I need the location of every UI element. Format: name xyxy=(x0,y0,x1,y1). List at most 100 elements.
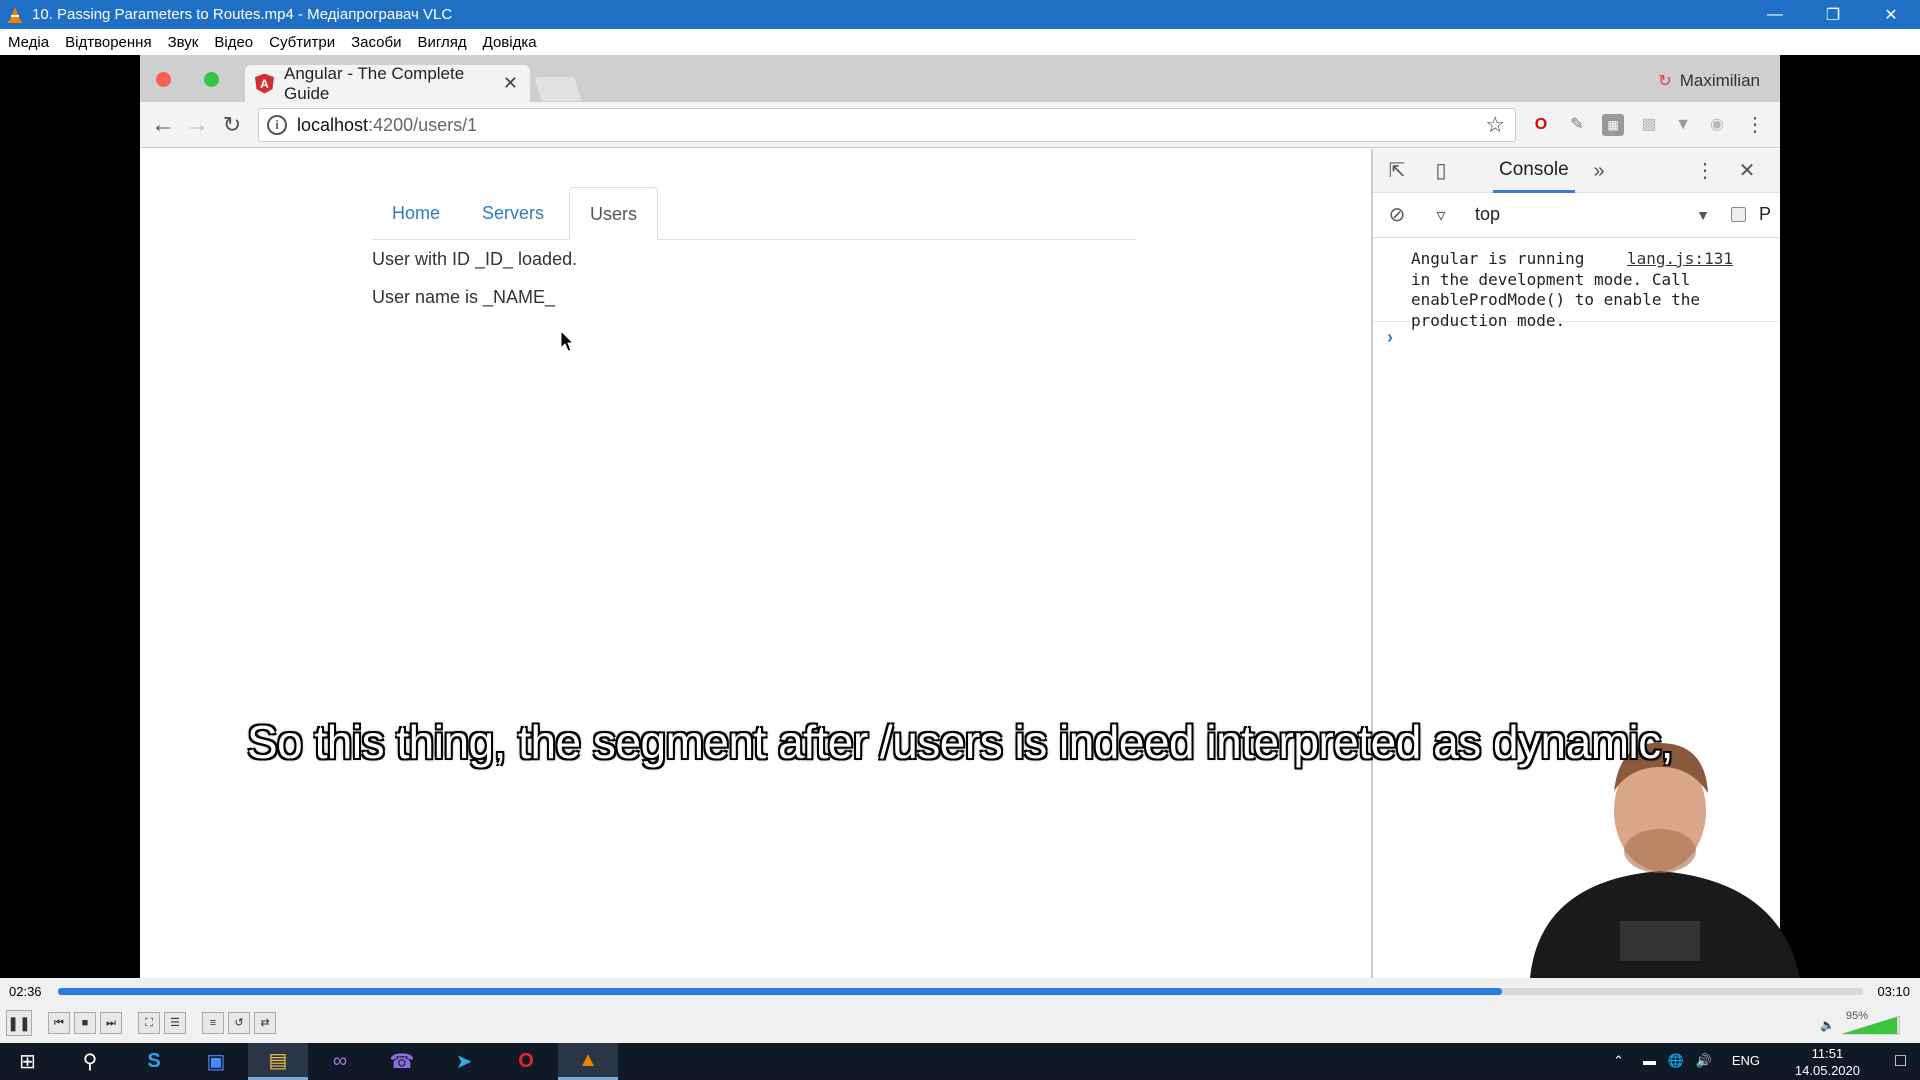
seek-bar-row: 02:36 03:10 xyxy=(0,978,1920,1006)
url-host: localhost xyxy=(297,114,369,135)
inspect-element-icon: ⇱ xyxy=(1388,160,1406,182)
vlc-title-bar: 10. Passing Parameters to Routes.mp4 - М… xyxy=(0,0,1920,29)
browser-toolbar: ← → ↻ i localhost:4200/users/1 ☆ O ✎ ▦ ▩… xyxy=(140,102,1780,148)
language-indicator[interactable]: ENG xyxy=(1732,1053,1760,1068)
nav-tabs: Home Servers Users xyxy=(372,187,1136,241)
vlc-menubar: Медіа Відтворення Звук Відео Субтитри За… xyxy=(0,29,1920,55)
clock[interactable]: 11:51 14.05.2020 xyxy=(1795,1045,1860,1079)
menu-view[interactable]: Вигляд xyxy=(409,34,474,51)
zoom-traffic-light xyxy=(204,72,219,87)
new-tab-icon xyxy=(534,77,582,101)
seek-progress xyxy=(58,988,1502,995)
search-icon[interactable]: ⚲ xyxy=(60,1043,120,1080)
fullscreen-button[interactable]: ⛶ xyxy=(138,1012,160,1034)
vlc-cone-icon xyxy=(6,6,24,24)
address-bar: i localhost:4200/users/1 ☆ xyxy=(258,108,1516,142)
profile-badge: ↻ Maximilian xyxy=(1658,71,1760,91)
menu-help[interactable]: Довідка xyxy=(475,34,545,51)
minimize-traffic-light xyxy=(180,72,195,87)
menu-tools[interactable]: Засоби xyxy=(343,34,409,51)
volume-percent: 95% xyxy=(1846,1010,1869,1022)
total-time: 03:10 xyxy=(1877,984,1910,999)
angular-icon: A xyxy=(255,73,275,94)
device-toolbar-icon: ▯ xyxy=(1435,160,1447,182)
browser-tab-strip: A Angular - The Complete Guide ✕ ↻ Maxim… xyxy=(140,55,1780,103)
tab-users: Users xyxy=(569,187,659,241)
eyedropper-extension-icon: ✎ xyxy=(1570,116,1584,133)
vlc-taskbar-icon[interactable]: ▲ xyxy=(558,1043,618,1080)
minimize-button[interactable]: — xyxy=(1746,0,1804,29)
visual-studio-icon[interactable]: ∞ xyxy=(310,1043,370,1080)
vue-extension-icon: ▼ xyxy=(1675,116,1691,133)
opera-extension-icon: O xyxy=(1534,116,1548,133)
extension-icon: ▦ xyxy=(1602,114,1624,136)
forward-arrow-icon: → xyxy=(185,111,209,138)
close-button[interactable]: ✕ xyxy=(1862,0,1920,29)
clock-time: 11:51 xyxy=(1811,1046,1844,1061)
subtitle-text: So this thing, the segment after /users … xyxy=(246,716,1674,768)
tab-home: Home xyxy=(392,203,441,223)
browser-window: A Angular - The Complete Guide ✕ ↻ Maxim… xyxy=(140,55,1800,978)
context-selector: top xyxy=(1475,204,1501,224)
elapsed-time: 02:36 xyxy=(9,984,42,999)
page-content: Home Servers Users User with ID _ID_ loa… xyxy=(140,149,1369,978)
shuffle-button[interactable]: ⇄ xyxy=(254,1012,276,1034)
mouse-cursor-icon xyxy=(560,330,574,352)
back-arrow-icon: ← xyxy=(151,111,175,138)
console-filter-bar: ⊘ ▿ top ▼ P xyxy=(1373,193,1780,238)
network-icon[interactable]: 🌐 xyxy=(1668,1053,1684,1069)
windows-start-icon[interactable]: ⊞ xyxy=(0,1043,55,1080)
source-link: lang.js:131 xyxy=(1627,249,1733,268)
notifications-icon[interactable]: □ xyxy=(1895,1050,1906,1071)
menu-dots-icon: ⋮ xyxy=(1745,114,1765,136)
video-area[interactable]: A Angular - The Complete Guide ✕ ↻ Maxim… xyxy=(0,55,1920,978)
clock-date: 14.05.2020 xyxy=(1794,1063,1860,1078)
browser-tab: A Angular - The Complete Guide ✕ xyxy=(245,63,530,103)
grid-extension-icon: ▩ xyxy=(1641,116,1657,133)
info-icon: i xyxy=(267,115,287,135)
clear-console-icon: ⊘ xyxy=(1388,204,1406,226)
shield-extension-icon: ◉ xyxy=(1710,116,1724,133)
star-icon: ☆ xyxy=(1485,112,1505,137)
tab-servers: Servers xyxy=(482,203,545,223)
more-tabs-icon: » xyxy=(1593,160,1605,182)
skype-icon[interactable]: S xyxy=(124,1043,184,1080)
opera-icon[interactable]: O xyxy=(496,1043,556,1080)
menu-video[interactable]: Відео xyxy=(206,34,261,51)
pause-button[interactable]: ❚❚ xyxy=(6,1010,32,1036)
vlc-window: 10. Passing Parameters to Routes.mp4 - М… xyxy=(0,0,1920,1080)
restore-button[interactable]: ❐ xyxy=(1804,0,1862,29)
stop-button[interactable]: ■ xyxy=(74,1012,96,1034)
file-explorer-icon[interactable]: ▤ xyxy=(248,1043,308,1080)
profile-name: Maximilian xyxy=(1679,71,1760,90)
battery-icon[interactable]: ▬ xyxy=(1643,1053,1656,1068)
volume-icon[interactable]: 🔊 xyxy=(1696,1053,1712,1069)
windows-taskbar: ⊞ ⚲ S ▣ ▤ ∞ ☎ ➤ O ▲ ⌃ ▬ 🌐 🔊 ENG 11:51 14… xyxy=(0,1043,1920,1080)
loop-button[interactable]: ↺ xyxy=(228,1012,250,1034)
url-path: :4200/users/1 xyxy=(368,114,478,135)
menu-audio[interactable]: Звук xyxy=(160,34,207,51)
seek-slider[interactable] xyxy=(58,988,1863,995)
volume-slider[interactable]: 🔈 95% xyxy=(1820,1010,1900,1036)
menu-playback[interactable]: Відтворення xyxy=(57,34,159,51)
filter-icon: ▿ xyxy=(1436,205,1446,225)
menu-media[interactable]: Медіа xyxy=(0,34,57,51)
telegram-icon[interactable]: ➤ xyxy=(434,1043,494,1080)
console-prompt-icon: › xyxy=(1387,327,1393,347)
next-button[interactable]: ⏭ xyxy=(100,1012,122,1034)
devtools-close-icon: ✕ xyxy=(1738,160,1756,182)
devtools-menu-icon: ⋮ xyxy=(1695,160,1715,182)
tray-chevron-icon[interactable]: ⌃ xyxy=(1613,1053,1624,1069)
viber-icon[interactable]: ☎ xyxy=(372,1043,432,1080)
reload-icon: ↻ xyxy=(222,112,242,137)
tab-title: Angular - The Complete Guide xyxy=(284,63,465,103)
previous-button[interactable]: ⏮ xyxy=(48,1012,70,1034)
extended-settings-button[interactable]: ☰ xyxy=(164,1012,186,1034)
menu-subtitles[interactable]: Субтитри xyxy=(261,34,343,51)
playback-controls: ❚❚ ⏮ ■ ⏭ ⛶ ☰ ≡ ↺ ⇄ 🔈 95% xyxy=(0,1006,1920,1043)
playlist-button[interactable]: ≡ xyxy=(202,1012,224,1034)
preserve-log-label: P xyxy=(1759,204,1772,224)
chevron-down-icon: ▼ xyxy=(1696,207,1710,223)
user-name-text: User name is _NAME_ xyxy=(372,287,556,307)
zoom-icon[interactable]: ▣ xyxy=(186,1043,246,1080)
